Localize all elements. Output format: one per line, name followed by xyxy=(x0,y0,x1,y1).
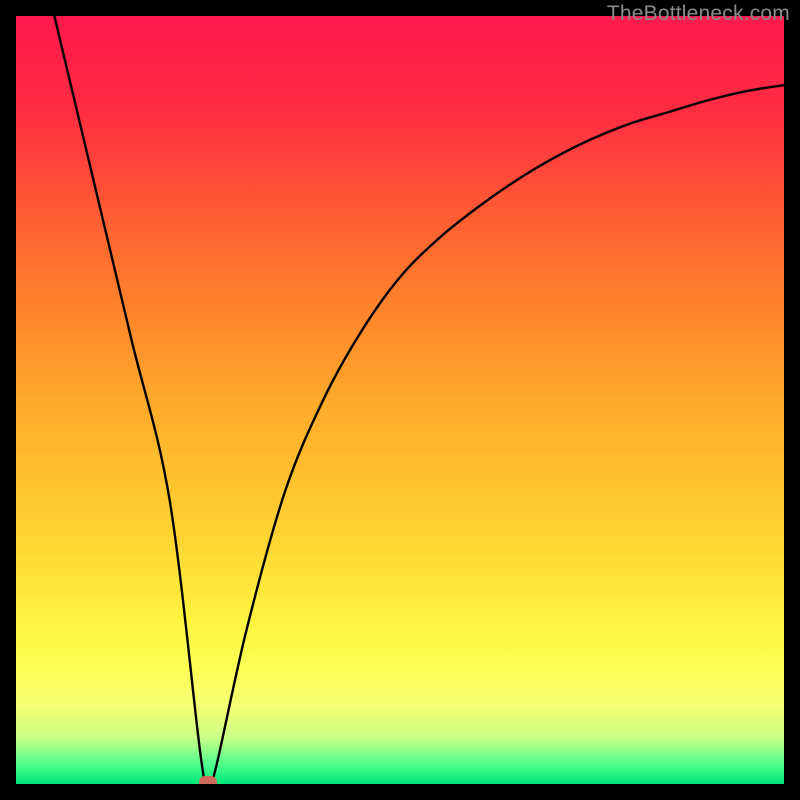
watermark-text: TheBottleneck.com xyxy=(607,2,790,26)
bottleneck-curve xyxy=(16,16,784,784)
plot-area xyxy=(16,16,784,784)
optimal-point-marker xyxy=(199,776,217,784)
chart-frame: TheBottleneck.com xyxy=(0,0,800,800)
